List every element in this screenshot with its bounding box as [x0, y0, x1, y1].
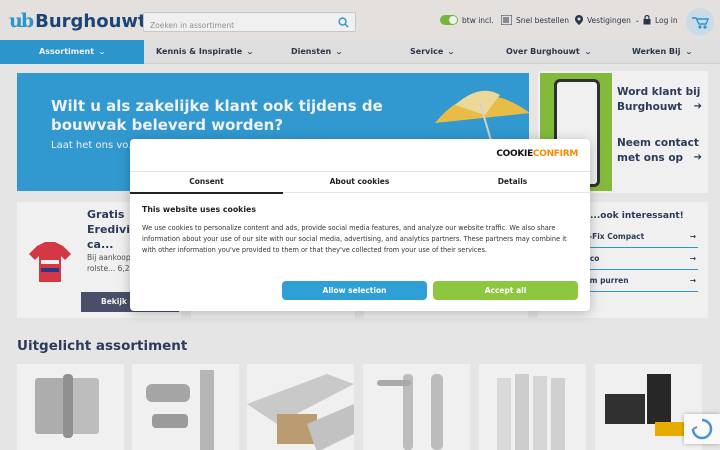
logo-part: COOKIE [496, 149, 533, 159]
allow-selection-button[interactable]: Allow selection [282, 281, 427, 300]
cookie-body: We use cookies to personalize content an… [142, 224, 567, 254]
logo-part: CONFIRM [532, 149, 578, 159]
tab-details[interactable]: Details [436, 172, 589, 194]
recaptcha-icon [691, 418, 713, 440]
cookie-consent-dialog: COOKIECONFIRM Consent About cookies Deta… [130, 139, 590, 311]
tab-consent[interactable]: Consent [130, 172, 283, 194]
cookie-heading: This website uses cookies [142, 205, 256, 214]
accept-all-button[interactable]: Accept all [433, 281, 578, 300]
cookieconfirm-logo: COOKIECONFIRM [496, 149, 578, 159]
cookie-tabs: Consent About cookies Details [130, 171, 590, 194]
tab-about-cookies[interactable]: About cookies [283, 172, 436, 194]
recaptcha-badge[interactable] [684, 414, 720, 444]
